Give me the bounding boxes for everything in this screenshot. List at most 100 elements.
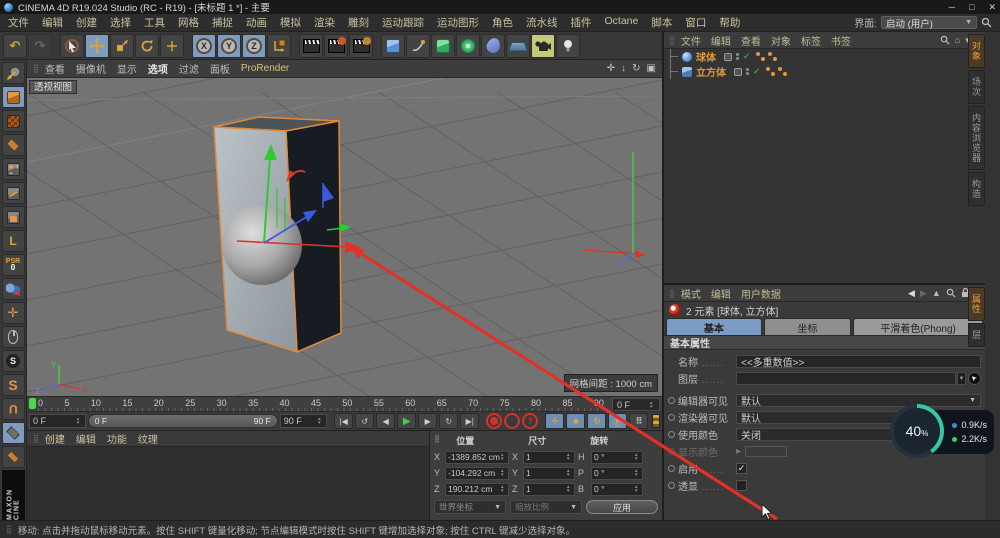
back-icon[interactable]: ◀ xyxy=(908,288,915,299)
menu-11[interactable]: 运动跟踪 xyxy=(382,15,424,30)
object-row-cube[interactable]: 立方体 ✓ xyxy=(664,64,985,79)
interface-dropdown[interactable]: 启动 (用户)▼ xyxy=(881,16,977,29)
mouse-move-icon[interactable] xyxy=(2,326,25,348)
key-position-toggle[interactable]: ✛ xyxy=(545,413,564,429)
add-camera-icon[interactable] xyxy=(531,34,555,58)
render-view-icon[interactable] xyxy=(299,34,323,58)
add-floor-icon[interactable] xyxy=(506,34,530,58)
autokey-button[interactable] xyxy=(504,413,520,429)
vp-menu-display[interactable]: 显示 xyxy=(117,61,137,76)
tab-basic[interactable]: 基本 xyxy=(666,318,762,335)
pan-view-icon[interactable]: ✛ xyxy=(607,63,615,74)
viewport-perspective[interactable]: ⣿ 查看 摄像机 显示 选项 过滤 面板 ProRender ✛ ↓ ↻ ▣ 透… xyxy=(27,60,662,396)
anim-dot-icon[interactable] xyxy=(668,482,675,489)
forward-icon[interactable]: ▶ xyxy=(920,288,927,299)
maximize-button[interactable]: □ xyxy=(969,2,974,13)
rot-p-field[interactable]: 0 ° xyxy=(591,467,643,480)
basic-properties-header[interactable]: 基本属性 xyxy=(664,335,985,350)
key-parameter-toggle[interactable]: Ⓟ xyxy=(608,413,627,429)
am-side-tab-0[interactable]: 属性 xyxy=(968,287,985,321)
step-back-button[interactable]: ◀ xyxy=(376,413,395,429)
zoom-view-icon[interactable]: ↓ xyxy=(621,63,626,74)
menu-19[interactable]: 帮助 xyxy=(719,15,740,30)
apply-button[interactable]: 应用 xyxy=(586,500,658,514)
menu-17[interactable]: 脚本 xyxy=(651,15,672,30)
vp-menu-view[interactable]: 查看 xyxy=(45,61,65,76)
anim-dot-icon[interactable] xyxy=(668,414,675,421)
add-light-icon[interactable] xyxy=(556,34,580,58)
coord-system-dropdown[interactable]: 世界坐标▼ xyxy=(434,500,506,514)
am-menu-0[interactable]: 模式 xyxy=(681,286,701,301)
play-reverse-button[interactable]: ↺ xyxy=(355,413,374,429)
psr-keyframe-icon[interactable]: PSR0 xyxy=(2,254,25,276)
workplane-icon[interactable] xyxy=(2,446,25,468)
step-forward-button[interactable]: ▶ xyxy=(418,413,437,429)
play-button[interactable]: ▶ xyxy=(397,413,416,429)
search-icon[interactable] xyxy=(940,35,950,45)
move-tool-icon[interactable] xyxy=(85,34,109,58)
panel-grip-icon[interactable]: ⣿ xyxy=(669,36,675,45)
om-side-tab-3[interactable]: 构造 xyxy=(968,172,985,206)
range-end-field[interactable]: 90 F xyxy=(280,414,327,428)
enable-checkbox[interactable] xyxy=(736,463,747,474)
panel-grip-icon[interactable]: ⣿ xyxy=(434,434,440,447)
spinner-icon[interactable] xyxy=(649,399,655,411)
om-side-tab-1[interactable]: 场次 xyxy=(968,70,985,104)
anim-dot-icon[interactable] xyxy=(668,465,675,472)
om-menu-5[interactable]: 书签 xyxy=(831,33,851,48)
coordinate-system-icon[interactable] xyxy=(267,34,291,58)
live-selection-icon[interactable] xyxy=(60,34,84,58)
panel-grip-icon[interactable]: ⣿ xyxy=(33,434,39,443)
hud-icon[interactable] xyxy=(652,414,660,428)
tab-coordinates[interactable]: 坐标 xyxy=(764,318,851,335)
scale-mode-dropdown[interactable]: 缩放比例▼ xyxy=(510,500,582,514)
menu-4[interactable]: 工具 xyxy=(144,15,165,30)
om-menu-2[interactable]: 查看 xyxy=(741,33,761,48)
am-side-tab-1[interactable]: 层 xyxy=(968,323,985,347)
menu-8[interactable]: 模拟 xyxy=(280,15,301,30)
add-deformer-icon[interactable] xyxy=(481,34,505,58)
xray-checkbox[interactable] xyxy=(736,480,747,491)
enabled-check-icon[interactable]: ✓ xyxy=(743,51,751,62)
close-button[interactable]: ✕ xyxy=(988,2,996,13)
expand-icon[interactable]: ▸ xyxy=(736,446,741,457)
add-cube-icon[interactable] xyxy=(381,34,405,58)
keyframe-selection-button[interactable]: ? xyxy=(522,413,538,429)
am-menu-2[interactable]: 用户数据 xyxy=(741,286,781,301)
menu-14[interactable]: 流水线 xyxy=(526,15,558,30)
snap-settings-icon[interactable]: S xyxy=(2,350,25,372)
playhead-marker[interactable] xyxy=(29,398,36,409)
search-icon[interactable] xyxy=(981,17,992,28)
spinner-icon[interactable] xyxy=(76,415,82,427)
rotate-view-icon[interactable]: ↻ xyxy=(632,63,640,74)
edges-mode-icon[interactable] xyxy=(2,182,25,204)
vp-menu-panel[interactable]: 面板 xyxy=(210,61,230,76)
redo-icon[interactable]: ↷ xyxy=(28,34,52,58)
phong-tag-icon[interactable] xyxy=(756,52,765,61)
menu-2[interactable]: 创建 xyxy=(76,15,97,30)
script-icon[interactable]: S xyxy=(2,374,25,396)
home-icon[interactable]: ⌂ xyxy=(955,35,960,45)
rot-b-field[interactable]: 0 ° xyxy=(591,483,643,496)
panel-grip-icon[interactable]: ⣿ xyxy=(669,289,675,298)
up-icon[interactable]: ▲ xyxy=(932,288,941,298)
vp-menu-filter[interactable]: 过滤 xyxy=(179,61,199,76)
panel-grip-icon[interactable]: ⣿ xyxy=(33,64,39,73)
menu-16[interactable]: Octane xyxy=(605,15,639,30)
object-row-sphere[interactable]: 球体 ✓ xyxy=(664,49,985,64)
texture-mode-icon[interactable] xyxy=(2,110,25,132)
jump-start-button[interactable]: |◀ xyxy=(334,413,353,429)
phong-tag-icon[interactable] xyxy=(766,67,775,76)
menu-0[interactable]: 文件 xyxy=(8,15,29,30)
add-array-icon[interactable] xyxy=(456,34,480,58)
points-mode-icon[interactable] xyxy=(2,158,25,180)
pos-z-field[interactable]: 190.212 cm xyxy=(445,483,509,496)
om-menu-0[interactable]: 文件 xyxy=(681,33,701,48)
menu-13[interactable]: 角色 xyxy=(492,15,513,30)
size-y-field[interactable]: 1 xyxy=(523,467,575,480)
menu-18[interactable]: 窗口 xyxy=(685,15,706,30)
loop-button[interactable]: ↻ xyxy=(439,413,458,429)
menu-1[interactable]: 编辑 xyxy=(42,15,63,30)
om-menu-1[interactable]: 编辑 xyxy=(711,33,731,48)
vp-menu-options[interactable]: 选项 xyxy=(148,61,168,76)
